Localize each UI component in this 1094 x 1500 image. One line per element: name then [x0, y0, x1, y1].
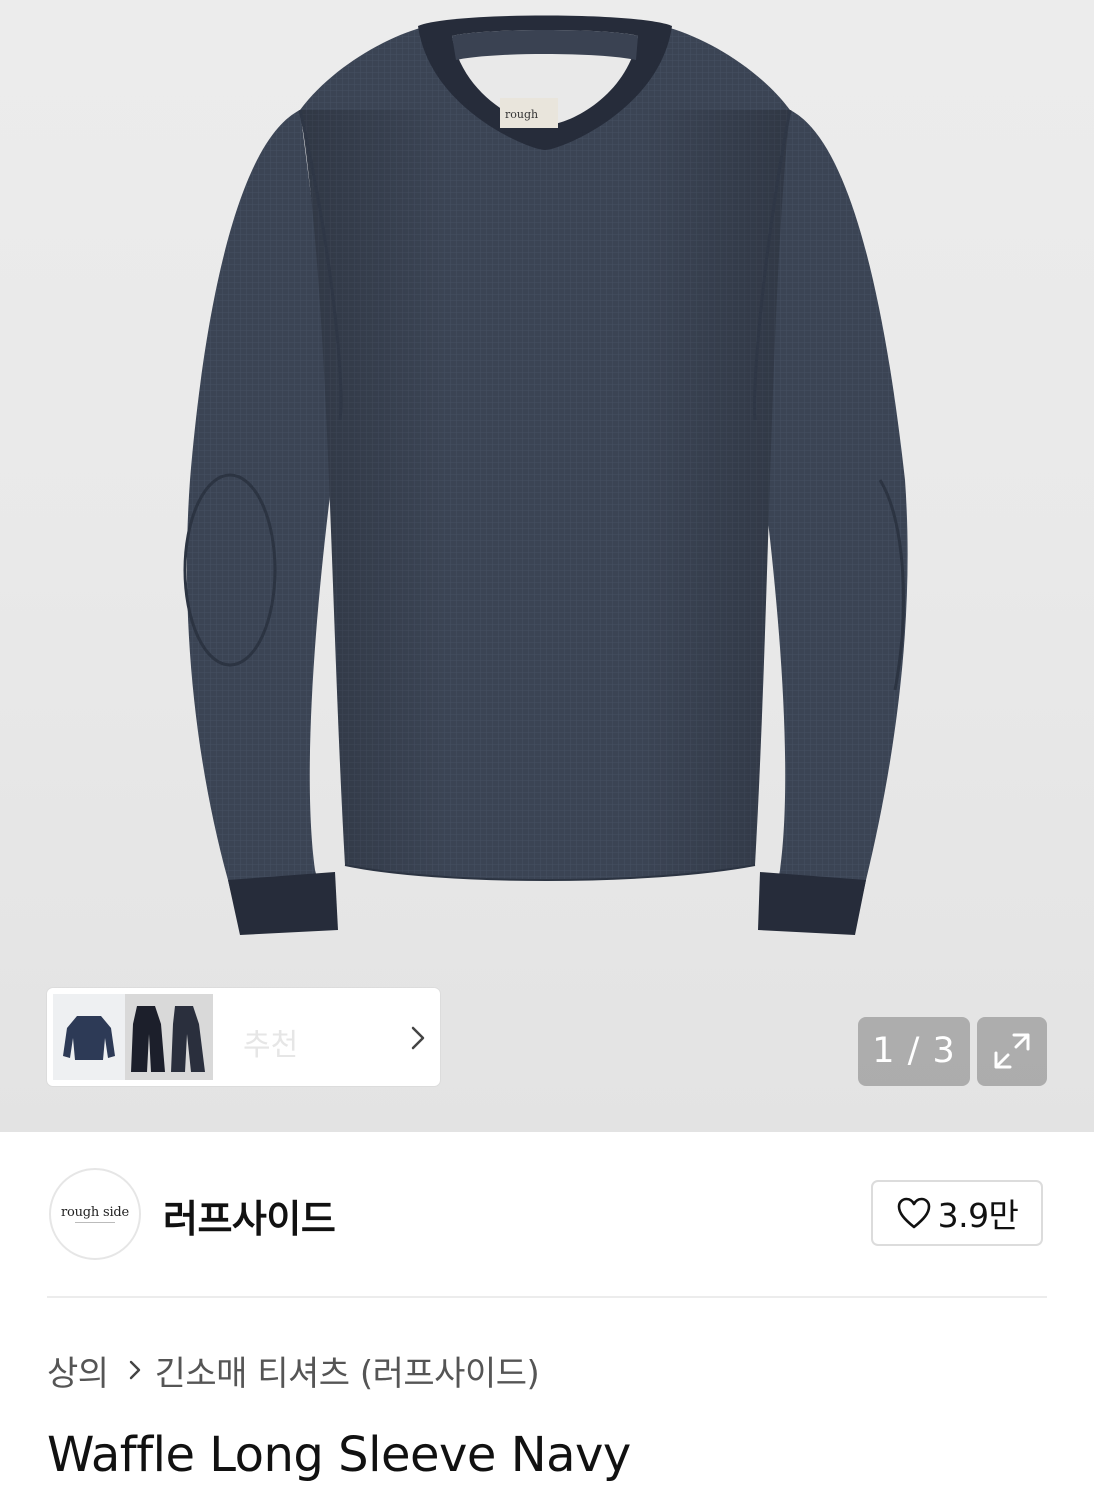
breadcrumb-category[interactable]: 상의 [47, 1346, 109, 1395]
brand-logo-text: rough side [60, 1204, 130, 1220]
breadcrumb-subcategory[interactable]: 긴소매 티셔츠 (러프사이드) [155, 1346, 540, 1395]
like-button[interactable]: 3.9만 [871, 1180, 1043, 1246]
expand-arrows-icon [994, 1033, 1030, 1069]
product-photo-sweater: rough [183, 15, 908, 935]
brand-logo-underline [75, 1221, 115, 1223]
chevron-right-icon[interactable] [408, 1025, 428, 1055]
related-products-strip[interactable]: 추천 [47, 988, 440, 1086]
product-image-gallery[interactable]: rough 추천 1 / 3 [0, 0, 1094, 1132]
like-count: 3.9만 [937, 1196, 1019, 1235]
expand-image-button[interactable] [977, 1017, 1047, 1086]
svg-text:rough: rough [505, 108, 538, 121]
image-page-counter: 1 / 3 [858, 1017, 970, 1086]
section-divider [47, 1296, 1047, 1298]
brand-name-link[interactable]: 러프사이드 [163, 1188, 336, 1243]
chevron-right-icon [127, 1359, 143, 1381]
product-title: Waffle Long Sleeve Navy [47, 1427, 631, 1483]
brand-logo[interactable]: rough side [49, 1168, 141, 1260]
thumbnail-navy[interactable] [53, 994, 125, 1080]
thumbnail-black-pair[interactable] [125, 994, 213, 1080]
heart-icon [897, 1197, 930, 1229]
thumbnail-ghost-text: 추천 [243, 1028, 299, 1063]
breadcrumb: 상의 긴소매 티셔츠 (러프사이드) [47, 1346, 540, 1395]
